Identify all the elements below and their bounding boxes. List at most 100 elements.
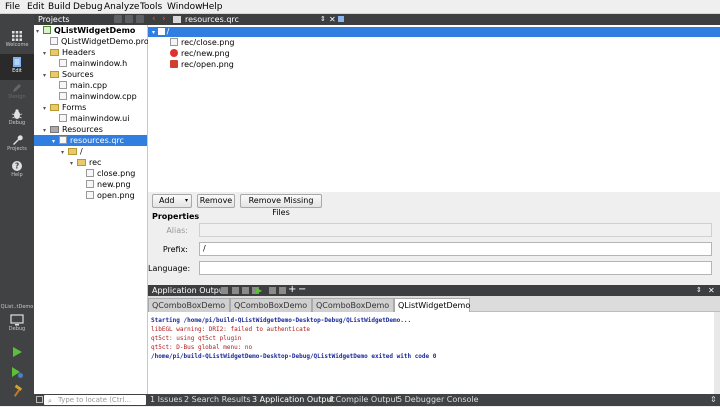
maximize-pane-icon[interactable]: ⇕ <box>696 285 702 296</box>
tree-item-prefix-root[interactable]: ▾ / <box>61 146 83 157</box>
menu-file[interactable]: File <box>5 1 20 13</box>
output-tab[interactable]: QComboBoxDemo✕ <box>230 298 312 324</box>
attach-icon[interactable] <box>221 287 228 294</box>
split-icon[interactable] <box>136 15 144 23</box>
mode-label: Design <box>8 94 26 100</box>
alias-field[interactable] <box>199 223 712 237</box>
menu-debug[interactable]: Debug <box>73 1 103 13</box>
mode-welcome[interactable]: Welcome <box>0 28 34 54</box>
editor-file-name[interactable]: resources.qrc <box>185 14 239 25</box>
debug-icon[interactable] <box>269 287 276 294</box>
file-icon <box>50 37 58 45</box>
locator-input[interactable]: Type to locate (Ctrl... <box>44 395 146 405</box>
tree-item-pro-file[interactable]: QListWidgetDemo.pro <box>43 36 149 47</box>
tree-item-new-png[interactable]: new.png <box>79 179 131 190</box>
expand-arrow-icon[interactable]: ▾ <box>70 158 77 169</box>
run-icon <box>13 347 22 357</box>
tree-item-open-png[interactable]: open.png <box>79 190 135 201</box>
tree-item-resources[interactable]: ▾ Resources <box>43 124 103 135</box>
settings-icon[interactable] <box>279 287 286 294</box>
mode-projects[interactable]: Projects <box>0 132 34 158</box>
tree-item-main-cpp[interactable]: main.cpp <box>52 80 107 91</box>
application-output-text[interactable]: Starting /home/pi/build-QListWidgetDemo-… <box>148 312 714 394</box>
zoom-in-icon[interactable]: + <box>288 284 296 295</box>
expand-arrow-icon[interactable]: ▾ <box>61 147 68 158</box>
properties-title: Properties <box>152 212 200 221</box>
tree-item-sources[interactable]: ▾ Sources <box>43 69 94 80</box>
output-pane-title: Application Output <box>152 286 228 295</box>
menu-help[interactable]: Help <box>202 1 223 13</box>
mode-design[interactable]: Design <box>0 80 34 106</box>
forward-arrow-icon[interactable]: › <box>162 14 166 25</box>
kit-project-label: QList..tDemo <box>0 304 34 310</box>
cpp-file-icon <box>59 81 67 89</box>
build-button[interactable] <box>10 384 24 398</box>
prefix-field[interactable]: / <box>199 242 712 256</box>
tree-item-resources-qrc[interactable]: ▾ resources.qrc <box>34 135 147 146</box>
resource-row-new[interactable]: rec/new.png <box>170 49 230 59</box>
language-field[interactable] <box>199 261 712 275</box>
resource-row-close[interactable]: rec/close.png <box>170 38 235 48</box>
tree-item-headers[interactable]: ▾ Headers <box>43 47 95 58</box>
expand-arrow-icon[interactable]: ▾ <box>43 103 50 114</box>
tree-item-mainwindow-ui[interactable]: mainwindow.ui <box>52 113 129 124</box>
ui-file-icon <box>59 114 67 122</box>
kit-selector[interactable]: Debug <box>0 312 34 338</box>
back-arrow-icon[interactable]: ‹ <box>152 14 156 25</box>
expand-arrow-icon[interactable]: ▾ <box>43 70 50 81</box>
grid-icon <box>12 31 22 41</box>
link-icon[interactable] <box>125 15 133 23</box>
resource-properties: Add ▾ Remove Remove Missing Files Propert… <box>148 192 720 284</box>
add-dropdown-button[interactable]: Add ▾ <box>152 194 192 208</box>
split-editor-icon[interactable] <box>338 16 344 22</box>
resource-row-open[interactable]: rec/open.png <box>170 60 234 70</box>
debug-run-button[interactable] <box>10 365 24 379</box>
expand-arrow-icon[interactable]: ▾ <box>36 26 43 37</box>
filter-icon[interactable] <box>114 15 122 23</box>
close-pane-icon[interactable]: ✕ <box>708 285 715 296</box>
mode-edit[interactable]: Edit <box>0 54 34 80</box>
expand-arrow-icon[interactable]: ▾ <box>52 136 59 147</box>
clear-icon[interactable] <box>242 287 249 294</box>
run-button[interactable] <box>10 345 24 359</box>
run-icon[interactable]: ▶ <box>256 285 262 296</box>
expand-arrows-icon[interactable]: ⇕ <box>710 394 717 406</box>
debugger-console-pane-button[interactable]: 5 Debugger Console <box>397 394 479 406</box>
search-results-pane-button[interactable]: 2 Search Results <box>184 394 251 406</box>
tree-item-forms[interactable]: ▾ Forms <box>43 102 86 113</box>
tree-item-mainwindow-cpp[interactable]: mainwindow.cpp <box>52 91 137 102</box>
tree-item-close-png[interactable]: close.png <box>79 168 135 179</box>
output-scrollbar[interactable] <box>714 312 720 394</box>
output-tab-active[interactable]: QListWidgetDemo✕ <box>394 298 470 324</box>
output-line: Starting /home/pi/build-QListWidgetDemo-… <box>151 317 412 324</box>
menu-build[interactable]: Build <box>48 1 71 13</box>
reattach-icon[interactable] <box>232 287 239 294</box>
menu-window[interactable]: Window <box>167 1 203 13</box>
tree-item-mainwindow-h[interactable]: mainwindow.h <box>52 58 127 69</box>
document-dropdown-icon[interactable]: ⇕ <box>320 14 326 25</box>
expand-arrow-icon[interactable]: ▾ <box>152 29 155 36</box>
compile-output-pane-button[interactable]: 4 Compile Output <box>328 394 399 406</box>
remove-missing-files-button[interactable]: Remove Missing Files <box>240 194 322 217</box>
output-tab[interactable]: QComboBoxDemo✕ <box>312 298 394 324</box>
expand-arrow-icon[interactable]: ▾ <box>43 48 50 59</box>
output-tab[interactable]: QComboBoxDemo✕ <box>148 298 230 324</box>
tree-item-project[interactable]: ▾ QListWidgetDemo <box>34 25 147 36</box>
resource-prefix-row[interactable]: ▾ / <box>148 27 720 37</box>
zoom-out-icon[interactable]: − <box>298 284 306 295</box>
menu-analyze[interactable]: Analyze <box>104 1 139 13</box>
resource-list: ▾ / rec/close.png rec/new.png rec/open.p… <box>148 25 720 192</box>
close-document-icon[interactable]: ✕ <box>329 14 336 25</box>
mode-debug[interactable]: Debug <box>0 106 34 132</box>
projects-title: Projects <box>38 15 70 24</box>
application-output-pane-button[interactable]: 3 Application Output <box>252 394 335 406</box>
output-line: qt5ct: D-Bus global menu: no <box>151 344 253 351</box>
remove-button[interactable]: Remove <box>197 194 235 208</box>
editor-toolbar: ‹ › resources.qrc ⇕ ✕ <box>148 14 720 25</box>
menu-tools[interactable]: Tools <box>140 1 162 13</box>
toggle-sidebar-icon[interactable] <box>36 396 43 403</box>
menu-edit[interactable]: Edit <box>27 1 44 13</box>
mode-help[interactable]: ? Help <box>0 158 34 184</box>
tree-item-rec[interactable]: ▾ rec <box>70 157 101 168</box>
issues-pane-button[interactable]: 1 Issues <box>150 394 183 406</box>
